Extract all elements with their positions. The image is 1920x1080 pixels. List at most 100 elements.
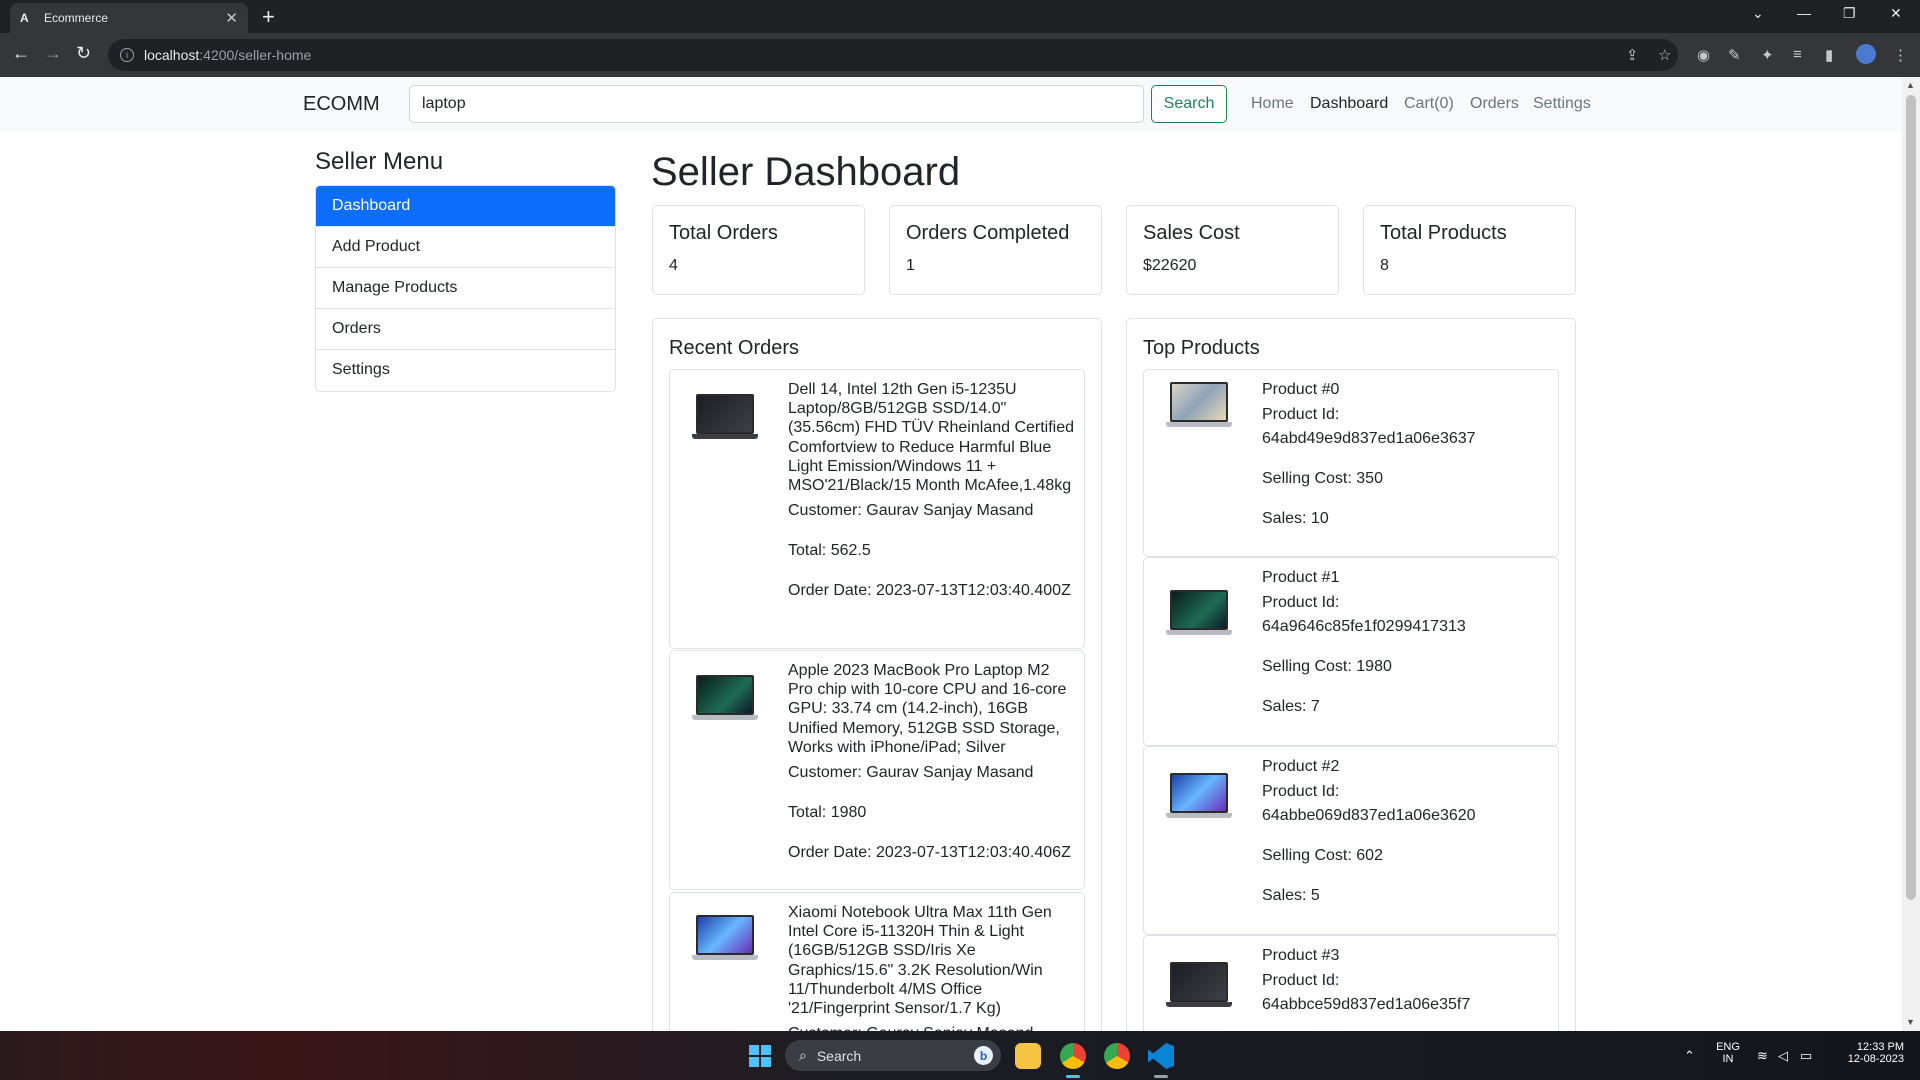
reload-icon[interactable]: ↻ [76, 43, 91, 64]
order-details: Apple 2023 MacBook Pro Laptop M2 Pro chi… [788, 661, 1078, 865]
top-products-title: Top Products [1143, 337, 1260, 359]
sidebar-item-dashboard[interactable]: Dashboard [316, 186, 615, 227]
page-scrollbar[interactable]: ▲ ▼ [1902, 77, 1920, 1031]
new-tab-icon[interactable]: + [262, 4, 275, 30]
sidebar-item-add-product[interactable]: Add Product [316, 227, 615, 268]
running-app-indicator [1154, 1075, 1168, 1078]
seller-menu: Dashboard Add Product Manage Products Or… [315, 185, 616, 392]
product-card[interactable]: Product #0 Product Id: 64abd49e9d837ed1a… [1143, 369, 1559, 557]
stat-card-orders-completed: Orders Completed 1 [889, 205, 1102, 295]
product-sales: Sales: 10 [1262, 510, 1329, 528]
taskbar-search[interactable]: ⌕ Search b [785, 1040, 1001, 1071]
product-id: 64abbe069d837ed1a06e3620 [1262, 807, 1476, 825]
nav-orders-link[interactable]: Orders [1470, 95, 1519, 113]
url-host: localhost [144, 47, 200, 63]
product-details: Product #0 Product Id: 64abd49e9d837ed1a… [1262, 380, 1552, 531]
stat-value: $22620 [1143, 257, 1197, 274]
order-card[interactable]: Xiaomi Notebook Ultra Max 11th Gen Intel… [669, 892, 1085, 1037]
stat-card-sales-cost: Sales Cost $22620 [1126, 205, 1339, 295]
order-customer: Customer: Gaurav Sanjay Masand [788, 764, 1034, 782]
language-code: ENG [1716, 1041, 1740, 1053]
order-card[interactable]: Apple 2023 MacBook Pro Laptop M2 Pro chi… [669, 650, 1085, 890]
side-panel-icon[interactable]: ▮ [1825, 46, 1833, 64]
chrome-icon[interactable] [1104, 1043, 1130, 1069]
stat-label: Orders Completed [906, 222, 1070, 244]
chrome-icon[interactable] [1060, 1043, 1086, 1069]
product-name: Product #2 [1262, 758, 1340, 775]
scroll-thumb[interactable] [1906, 95, 1916, 900]
search-input[interactable] [409, 85, 1144, 123]
forward-icon[interactable]: → [44, 43, 62, 64]
top-products-panel: Top Products Product #0 Product Id: 64ab… [1126, 318, 1576, 1038]
sidebar-title: Seller Menu [315, 148, 444, 175]
sidebar-item-orders[interactable]: Orders [316, 309, 615, 350]
order-details: Dell 14, Intel 12th Gen i5-1235U Laptop/… [788, 380, 1078, 603]
extensions-icon[interactable]: ✦ [1761, 46, 1774, 64]
sidebar-item-settings[interactable]: Settings [316, 350, 615, 391]
address-bar[interactable]: i localhost:4200/seller-home [108, 39, 1678, 71]
bing-icon[interactable]: b [974, 1046, 993, 1065]
product-name: Product #0 [1262, 381, 1340, 398]
battery-icon[interactable]: ▭ [1800, 1048, 1812, 1064]
extension-icon[interactable]: ✎ [1728, 46, 1741, 64]
product-thumbnail [1166, 773, 1232, 823]
product-thumbnail [692, 915, 758, 965]
tray-overflow-icon[interactable]: ⌃ [1684, 1048, 1695, 1064]
nav-settings-link[interactable]: Settings [1533, 95, 1591, 113]
nav-home-link[interactable]: Home [1251, 95, 1294, 113]
menu-dots-icon[interactable]: ⋮ [1893, 46, 1908, 64]
nav-dashboard-link[interactable]: Dashboard [1310, 95, 1388, 113]
scroll-down-icon[interactable]: ▼ [1906, 1017, 1915, 1027]
close-window-icon[interactable]: ✕ [1890, 5, 1902, 22]
product-card[interactable]: Product #3 Product Id: 64abbce59d837ed1a… [1143, 935, 1559, 1037]
volume-icon[interactable]: ◁ [1778, 1048, 1788, 1064]
product-id: 64abbce59d837ed1a06e35f7 [1262, 996, 1471, 1014]
product-id: 64a9646c85fe1f0299417313 [1262, 618, 1466, 636]
tab-title: Ecommerce [44, 11, 109, 25]
product-id-label: Product Id: [1262, 972, 1340, 990]
nav-cart-link[interactable]: Cart(0) [1404, 95, 1454, 113]
product-card[interactable]: Product #1 Product Id: 64a9646c85fe1f029… [1143, 557, 1559, 746]
language-indicator[interactable]: ENG IN [1715, 1041, 1741, 1065]
stat-label: Total Orders [669, 222, 778, 244]
stat-card-total-orders: Total Orders 4 [652, 205, 865, 295]
order-card[interactable]: Dell 14, Intel 12th Gen i5-1235U Laptop/… [669, 369, 1085, 649]
clock-date: 12-08-2023 [1847, 1053, 1904, 1065]
taskbar-search-label: Search [816, 1047, 862, 1064]
browser-tab[interactable]: A Ecommerce ✕ [10, 3, 248, 33]
stat-card-total-products: Total Products 8 [1363, 205, 1576, 295]
star-icon[interactable]: ☆ [1658, 46, 1671, 64]
product-card[interactable]: Product #2 Product Id: 64abbe069d837ed1a… [1143, 746, 1559, 935]
tab-close-icon[interactable]: ✕ [225, 9, 238, 27]
vscode-icon[interactable] [1148, 1043, 1174, 1069]
order-date: Order Date: 2023-07-13T12:03:40.400Z [788, 582, 1071, 600]
back-icon[interactable]: ← [12, 43, 30, 64]
product-thumbnail [692, 394, 758, 444]
product-sales: Sales: 7 [1262, 698, 1320, 716]
sidebar-item-manage-products[interactable]: Manage Products [316, 268, 615, 309]
wifi-icon[interactable]: ≋ [1757, 1048, 1768, 1064]
profile-avatar[interactable] [1856, 44, 1876, 64]
product-thumbnail [1166, 590, 1232, 640]
clock[interactable]: 12:33 PM 12-08-2023 [1834, 1041, 1904, 1065]
windows-start-icon[interactable] [749, 1045, 771, 1067]
stat-label: Total Products [1380, 222, 1507, 244]
share-icon[interactable]: ⇪ [1626, 46, 1639, 64]
order-total: Total: 1980 [788, 804, 867, 822]
minimize-icon[interactable]: — [1797, 5, 1811, 21]
file-explorer-icon[interactable] [1015, 1043, 1041, 1069]
recent-orders-title: Recent Orders [669, 337, 800, 359]
scroll-up-icon[interactable]: ▲ [1906, 80, 1915, 90]
product-details: Product #1 Product Id: 64a9646c85fe1f029… [1262, 568, 1552, 719]
media-icon[interactable]: ≡ [1793, 46, 1802, 63]
stat-value: 1 [906, 257, 915, 274]
extension-icon[interactable]: ◉ [1697, 46, 1710, 64]
product-id-label: Product Id: [1262, 406, 1340, 424]
search-button[interactable]: Search [1151, 85, 1227, 123]
windows-taskbar: ⌕ Search b ⌃ ENG IN ≋ ◁ ▭ 12:33 PM 12-08… [0, 1031, 1920, 1080]
product-name: Product #1 [1262, 569, 1340, 586]
tab-search-icon[interactable]: ⌄ [1752, 5, 1764, 22]
restore-icon[interactable]: ❐ [1843, 5, 1856, 22]
site-info-icon[interactable]: i [120, 48, 134, 62]
brand-logo[interactable]: ECOMM [303, 93, 380, 116]
